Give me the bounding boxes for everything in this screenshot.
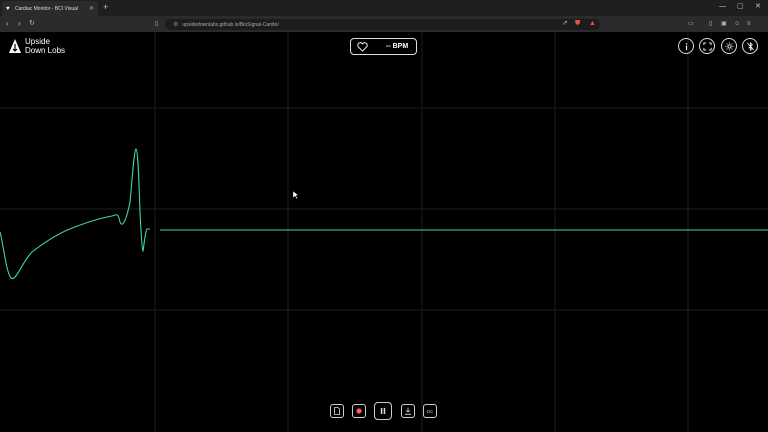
shield-icon[interactable]: ⛊ <box>575 19 580 29</box>
reader-icon[interactable]: ▭ <box>688 20 694 28</box>
sun-icon <box>724 41 734 51</box>
browser-nav-bar: ‹ › ↻ ▯ ⚙ upsidedownlabs.github.io/BioSi… <box>0 16 768 32</box>
bluetooth-off-icon <box>746 41 754 51</box>
address-bar[interactable]: ⚙ upsidedownlabs.github.io/BioSignal-Car… <box>165 19 600 30</box>
sidebar-icon[interactable]: ▯ <box>709 20 712 28</box>
heart-favicon-icon: ♥ <box>6 5 10 12</box>
dc-label: DC <box>426 408 434 414</box>
close-tab-icon[interactable]: ✕ <box>89 5 94 12</box>
logo-line-2: Down Lobs <box>25 46 66 55</box>
pause-icon <box>380 408 386 414</box>
wallet-icon[interactable]: ▣ <box>721 20 727 28</box>
bpm-display: -- BPM <box>350 38 417 55</box>
minimize-button[interactable]: — <box>719 2 726 12</box>
info-icon <box>685 42 687 50</box>
url-text: upsidedownlabs.github.io/BioSignal-Cardi… <box>182 21 279 28</box>
disconnect-button[interactable] <box>742 38 758 54</box>
tab-title: Cardiac Monitor - BCI Visual <box>15 5 78 12</box>
logo-line-1: Upside <box>25 37 50 46</box>
export-button[interactable] <box>330 404 344 418</box>
back-icon[interactable]: ‹ <box>6 18 9 30</box>
new-tab-button[interactable]: + <box>103 2 108 13</box>
pause-button[interactable] <box>374 402 392 420</box>
dc-button[interactable]: DC <box>423 404 437 418</box>
profile-icon[interactable]: ☺ <box>734 20 740 28</box>
upside-down-labs-logo: Upside Down Lobs <box>8 37 65 55</box>
menu-icon[interactable]: ≡ <box>747 20 751 28</box>
close-window-button[interactable]: ✕ <box>755 2 761 12</box>
rewards-icon[interactable]: ▲ <box>589 19 596 29</box>
info-button[interactable] <box>678 38 694 54</box>
file-icon <box>334 407 340 415</box>
record-button[interactable] <box>352 404 366 418</box>
maximize-button[interactable]: ▢ <box>737 2 744 12</box>
forward-icon[interactable]: › <box>18 18 21 30</box>
logo-mark-icon <box>9 39 21 53</box>
fullscreen-button[interactable] <box>699 38 715 54</box>
ecg-waveform <box>0 148 150 279</box>
cardiac-monitor-app: Upside Down Lobs -- BPM DC <box>0 32 768 432</box>
theme-button[interactable] <box>721 38 737 54</box>
share-icon[interactable]: ⇗ <box>562 19 568 29</box>
browser-tab-bar: ♥ Cardiac Monitor - BCI Visual ✕ + — ▢ ✕ <box>0 0 768 16</box>
ecg-grid <box>0 32 768 432</box>
reload-icon[interactable]: ↻ <box>29 18 35 30</box>
grid-lines <box>0 32 768 432</box>
heart-icon <box>357 41 368 52</box>
download-button[interactable] <box>401 404 415 418</box>
mouse-cursor-icon <box>293 191 299 199</box>
browser-tab[interactable]: ♥ Cardiac Monitor - BCI Visual ✕ <box>2 1 98 16</box>
download-icon <box>405 407 411 415</box>
record-icon <box>356 408 362 414</box>
fullscreen-icon <box>702 41 712 51</box>
bookmark-icon[interactable]: ▯ <box>155 20 158 28</box>
site-info-icon[interactable]: ⚙ <box>173 21 178 28</box>
bpm-value: -- BPM <box>386 43 409 50</box>
